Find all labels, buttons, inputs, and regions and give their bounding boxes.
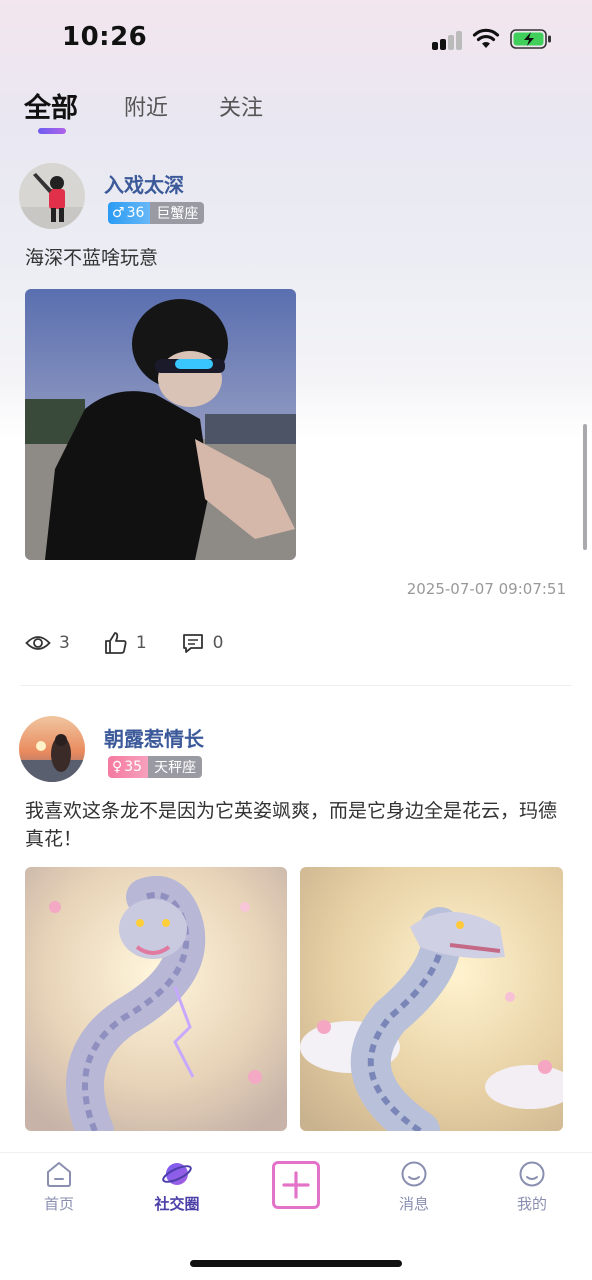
scrollbar[interactable] [583,424,587,550]
eye-icon [25,636,51,650]
avatar[interactable] [19,163,85,229]
zodiac-badge: 天秤座 [148,756,203,778]
nav-messages-label: 消息 [398,1195,429,1213]
home-icon [47,1162,71,1187]
add-post-button[interactable] [272,1161,320,1209]
post-text: 我喜欢这条龙不是因为它英姿飒爽，而是它身边全是花云，玛德真花！ [25,800,558,850]
post-divider [20,685,572,686]
tab-nearby[interactable]: 附近 [124,90,168,122]
post-actions: 3 1 0 [25,628,257,658]
like-count-value: 1 [135,633,147,653]
comment-button[interactable]: 0 [181,631,224,655]
zodiac-badge: 巨蟹座 [150,202,205,224]
battery-charging-icon [510,29,551,49]
nav-profile[interactable]: 我的 [487,1159,577,1214]
avatar[interactable] [19,716,85,782]
planet-icon [162,1163,192,1185]
home-indicator[interactable] [190,1260,402,1267]
male-icon: ♂ [112,205,125,221]
nav-home[interactable]: 首页 [14,1159,104,1214]
nav-social[interactable]: 社交圈 [132,1159,222,1214]
view-count-value: 3 [59,633,70,653]
add-icon [282,1171,310,1199]
view-count: 3 [25,633,70,653]
tab-all[interactable]: 全部 [24,86,78,125]
wifi-icon [472,28,500,48]
comment-icon [182,634,203,653]
female-icon: ♀ [112,759,123,775]
feed-tabs: 全部 附近 关注 [24,84,324,144]
post-photo[interactable] [25,867,287,1131]
post-photo[interactable] [25,289,296,560]
message-icon [401,1161,427,1187]
user-tags: ♂ 36 巨蟹座 [108,202,205,224]
nav-social-label: 社交圈 [154,1195,200,1213]
status-bar: 10:26 [0,0,592,80]
age-gender-badge: ♀ 35 [108,756,149,778]
comment-count-value: 0 [212,633,224,653]
thumbs-up-icon [104,632,127,654]
active-tab-indicator [38,128,66,134]
age-gender-badge: ♂ 36 [108,202,151,224]
age-value: 36 [126,205,145,221]
post-timestamp: 2025-07-07 09:07:51 [406,580,566,598]
status-time: 10:26 [62,22,148,52]
tab-following[interactable]: 关注 [219,90,263,122]
username[interactable]: 朝露惹情长 [104,723,204,752]
username[interactable]: 入戏太深 [104,169,184,198]
nav-messages[interactable]: 消息 [369,1159,459,1214]
nav-profile-label: 我的 [516,1195,547,1213]
cellular-signal-icon [432,30,464,50]
user-tags: ♀ 35 天秤座 [108,756,203,778]
post-photo[interactable] [300,867,563,1131]
post-text: 海深不蓝啥玩意 [25,247,159,269]
nav-home-label: 首页 [43,1195,74,1213]
profile-icon [519,1161,545,1187]
age-value: 35 [124,759,143,775]
like-button[interactable]: 1 [104,631,147,655]
